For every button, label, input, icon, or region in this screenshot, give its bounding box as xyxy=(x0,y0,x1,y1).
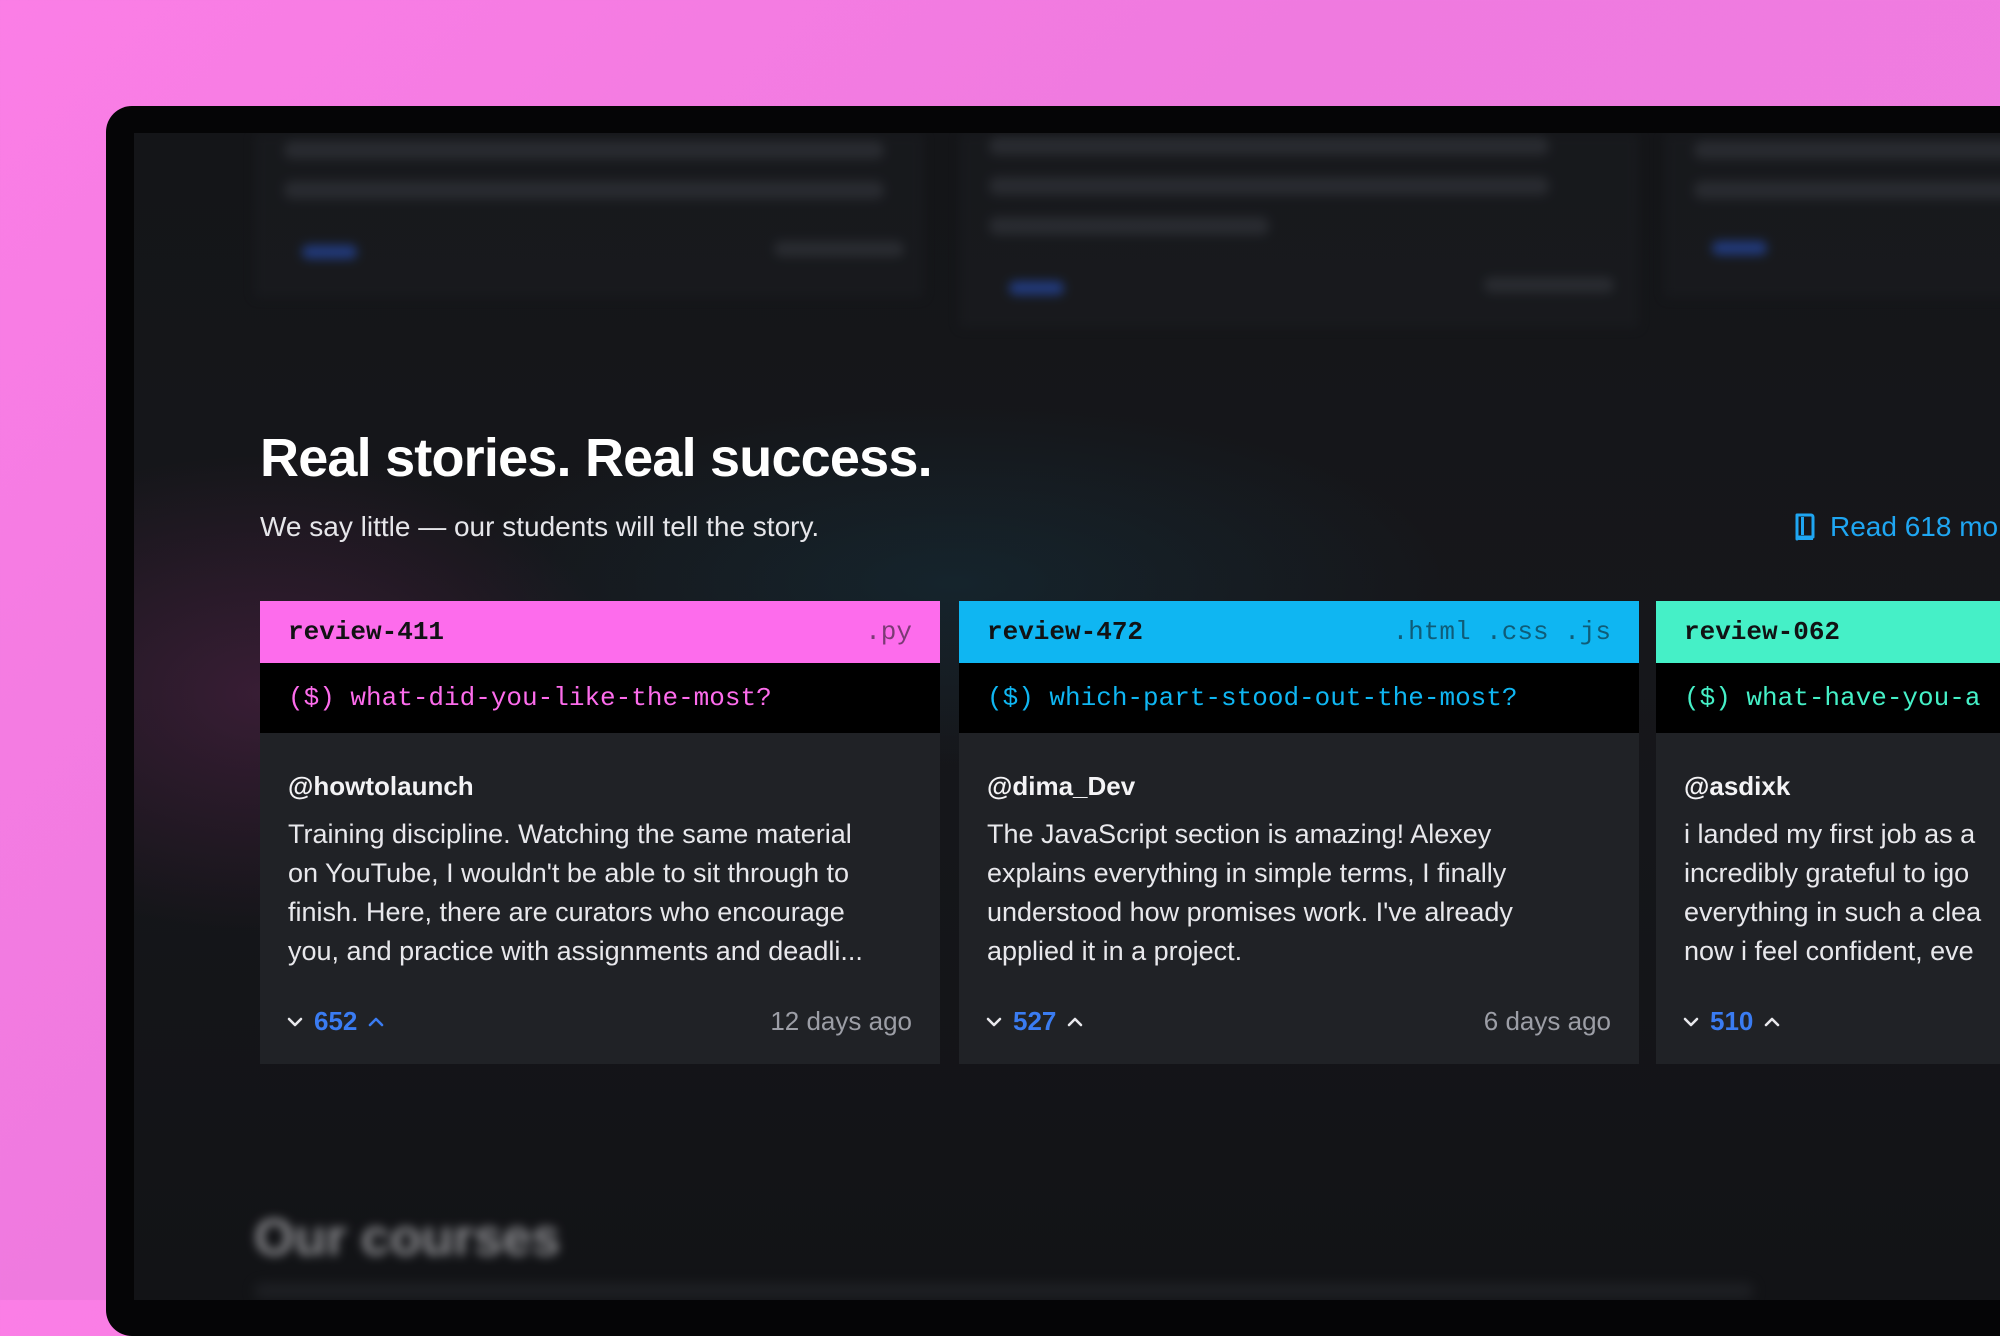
chevron-down-icon[interactable] xyxy=(985,1016,1003,1028)
review-time: 12 days ago xyxy=(770,1006,912,1036)
ghost-line xyxy=(1694,181,2000,199)
chevron-up-icon[interactable] xyxy=(1066,1016,1084,1028)
ghost-votes xyxy=(1009,281,1064,295)
chevron-down-icon[interactable] xyxy=(1682,1016,1700,1028)
review-id: review-472 xyxy=(987,617,1144,647)
read-more-label: Read 618 mo xyxy=(1830,511,1999,542)
review-id: review-411 xyxy=(288,617,445,647)
review-file-ext: .html .css .js xyxy=(1392,617,1611,647)
next-section-title: Our courses xyxy=(254,1209,561,1267)
ghost-votes xyxy=(302,245,357,259)
review-text: The JavaScript section is amazing! Alexe… xyxy=(987,819,1513,966)
review-id: review-062 xyxy=(1684,617,1841,647)
ghost-line xyxy=(254,1283,1754,1299)
ghost-line xyxy=(284,181,884,199)
card-header: review-411 .py xyxy=(260,601,940,663)
review-card: review-411 .py ($) what-did-you-like-the… xyxy=(260,601,940,1064)
vote-control: 510 xyxy=(1682,1006,1781,1037)
review-username: @howtolaunch xyxy=(288,771,474,801)
ghost-line xyxy=(989,177,1549,195)
ghost-card xyxy=(254,133,924,298)
read-more-link[interactable]: Read 618 mo xyxy=(1794,507,1998,547)
ghost-line xyxy=(989,137,1549,155)
review-text: Training discipline. Watching the same m… xyxy=(288,819,863,966)
card-header: review-472 .html .css .js xyxy=(959,601,1639,663)
ghost-card xyxy=(1664,133,2000,298)
ghost-votes xyxy=(1712,241,1767,255)
review-username: @dima_Dev xyxy=(987,771,1136,801)
review-question: ($) what-did-you-like-the-most? xyxy=(260,663,940,733)
review-username: @asdixk xyxy=(1684,771,1791,801)
ghost-line xyxy=(989,217,1269,235)
card-header: review-062 xyxy=(1656,601,2000,663)
review-question: ($) what-have-you-a xyxy=(1656,663,2000,733)
screen: Real stories. Real success. We say littl… xyxy=(134,133,2000,1300)
review-card: review-472 .html .css .js ($) which-part… xyxy=(959,601,1639,1064)
blurred-previous-cards xyxy=(134,133,2000,333)
section-title: Real stories. Real success. xyxy=(260,428,933,488)
chevron-up-icon[interactable] xyxy=(1763,1016,1781,1028)
chevron-up-icon[interactable] xyxy=(367,1016,385,1028)
section-subtitle: We say little — our students will tell t… xyxy=(260,511,820,542)
vote-count: 652 xyxy=(314,1006,358,1036)
ghost-line xyxy=(1694,141,2000,159)
ghost-card xyxy=(959,133,1639,328)
chevron-down-icon[interactable] xyxy=(286,1016,304,1028)
review-file-ext: .py xyxy=(865,617,912,647)
review-time: 6 days ago xyxy=(1483,1006,1611,1036)
ghost-time xyxy=(774,241,904,257)
review-card: review-062 ($) what-have-you-a @asdixk i… xyxy=(1656,601,2000,1064)
review-text: i landed my first job as a incredibly gr… xyxy=(1684,819,1982,966)
vote-count: 527 xyxy=(1013,1006,1057,1036)
vote-control: 527 xyxy=(985,1006,1084,1037)
review-question: ($) which-part-stood-out-the-most? xyxy=(959,663,1639,733)
vote-count: 510 xyxy=(1710,1006,1754,1036)
book-icon xyxy=(1795,513,1815,541)
ghost-line xyxy=(284,141,884,159)
vote-control: 652 xyxy=(286,1006,385,1037)
ghost-time xyxy=(1484,277,1614,293)
